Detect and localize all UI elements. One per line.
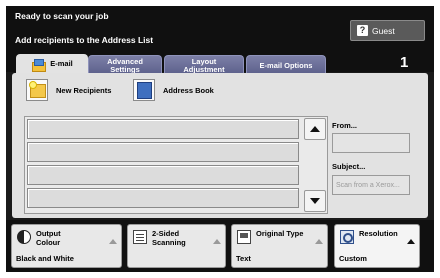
address-book-button[interactable]: Address Book bbox=[133, 78, 214, 102]
from-label: From... bbox=[332, 121, 358, 130]
page-number: 1 bbox=[400, 54, 409, 71]
subject-field[interactable]: Scan from a Xerox... bbox=[332, 175, 410, 195]
tab-email-label: E-mail bbox=[50, 59, 73, 68]
scroll-up-button[interactable] bbox=[304, 118, 326, 140]
colour-icon bbox=[17, 230, 31, 244]
address-book-icon bbox=[133, 79, 155, 101]
new-recipients-button[interactable]: New Recipients bbox=[26, 78, 111, 102]
tab-email-options-label: E-mail Options bbox=[259, 60, 313, 70]
original-type-value: Text bbox=[236, 254, 251, 263]
instruction-message: Add recipients to the Address List bbox=[15, 35, 154, 45]
two-sided-title: 2-Sided Scanning bbox=[152, 229, 186, 247]
tab-email[interactable]: E-mail bbox=[16, 54, 88, 74]
resolution-icon bbox=[340, 230, 354, 244]
recipient-row[interactable] bbox=[27, 142, 299, 162]
new-recipient-icon bbox=[26, 79, 48, 101]
arrow-down-icon bbox=[310, 198, 320, 204]
output-colour-value: Black and White bbox=[16, 254, 74, 263]
guest-label: Guest bbox=[372, 25, 395, 36]
original-type-title: Original Type bbox=[256, 229, 304, 238]
tab-layout-adjustment[interactable]: Layout Adjustment bbox=[164, 55, 244, 75]
address-book-label: Address Book bbox=[163, 85, 214, 95]
output-colour-button[interactable]: Output Colour Black and White bbox=[11, 224, 122, 268]
recipient-row[interactable] bbox=[27, 119, 299, 139]
original-type-button[interactable]: Original Type Text bbox=[231, 224, 328, 268]
tab-advanced-settings-label: Advanced Settings bbox=[107, 56, 143, 74]
help-icon: ? bbox=[357, 25, 368, 36]
subject-label: Subject... bbox=[332, 162, 366, 171]
guest-button[interactable]: ? Guest bbox=[350, 20, 425, 41]
arrow-up-icon bbox=[109, 239, 117, 244]
recipient-row[interactable] bbox=[27, 188, 299, 208]
email-icon bbox=[31, 58, 47, 72]
resolution-title: Resolution bbox=[359, 229, 398, 238]
arrow-up-icon bbox=[315, 239, 323, 244]
recipient-row[interactable] bbox=[27, 165, 299, 185]
arrow-up-icon bbox=[310, 126, 320, 132]
status-message: Ready to scan your job bbox=[15, 11, 109, 21]
original-type-icon bbox=[237, 230, 251, 244]
new-recipients-label: New Recipients bbox=[56, 85, 112, 95]
resolution-value: Custom bbox=[339, 254, 367, 263]
two-sided-scanning-button[interactable]: 2-Sided Scanning bbox=[127, 224, 226, 268]
two-sided-icon bbox=[133, 230, 147, 244]
recipient-list bbox=[27, 119, 299, 211]
tab-email-options[interactable]: E-mail Options bbox=[246, 55, 326, 75]
tab-advanced-settings[interactable]: Advanced Settings bbox=[88, 55, 162, 75]
tab-layout-adjustment-label: Layout Adjustment bbox=[183, 56, 225, 74]
scroll-down-button[interactable] bbox=[304, 190, 326, 212]
from-field[interactable] bbox=[332, 133, 410, 153]
resolution-button[interactable]: Resolution Custom bbox=[334, 224, 420, 268]
output-colour-title: Output Colour bbox=[36, 229, 61, 247]
arrow-up-icon bbox=[213, 239, 221, 244]
arrow-up-icon bbox=[407, 239, 415, 244]
